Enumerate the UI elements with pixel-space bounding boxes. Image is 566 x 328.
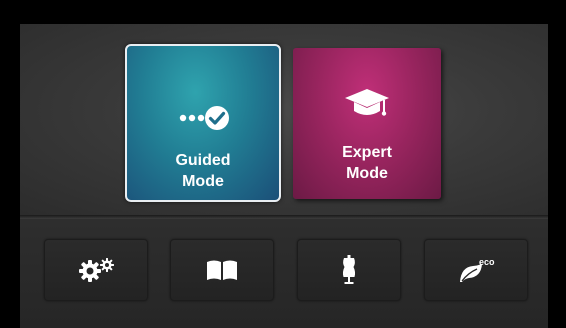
- expert-mode-label: Expert Mode: [342, 144, 392, 182]
- sewing-mode-button[interactable]: [297, 239, 401, 301]
- eco-leaf-icon: eco: [460, 257, 495, 282]
- guided-mode-button[interactable]: Guided Mode: [125, 44, 281, 202]
- gears-icon: [79, 258, 114, 282]
- eco-badge: eco: [479, 257, 495, 267]
- graduation-cap-icon: [345, 89, 389, 116]
- settings-button[interactable]: [44, 239, 148, 301]
- eco-mode-button[interactable]: eco: [424, 239, 528, 301]
- guided-steps-check-icon: [179, 106, 229, 130]
- dress-form-icon: [342, 255, 356, 284]
- expert-mode-button[interactable]: Expert Mode: [293, 48, 441, 199]
- guided-mode-label: Guided Mode: [175, 152, 231, 190]
- open-book-icon: [207, 260, 237, 280]
- screen: Guided Mode Expert Mode eco: [20, 24, 548, 328]
- manual-button[interactable]: [170, 239, 274, 301]
- mode-selection-panel: [20, 24, 548, 215]
